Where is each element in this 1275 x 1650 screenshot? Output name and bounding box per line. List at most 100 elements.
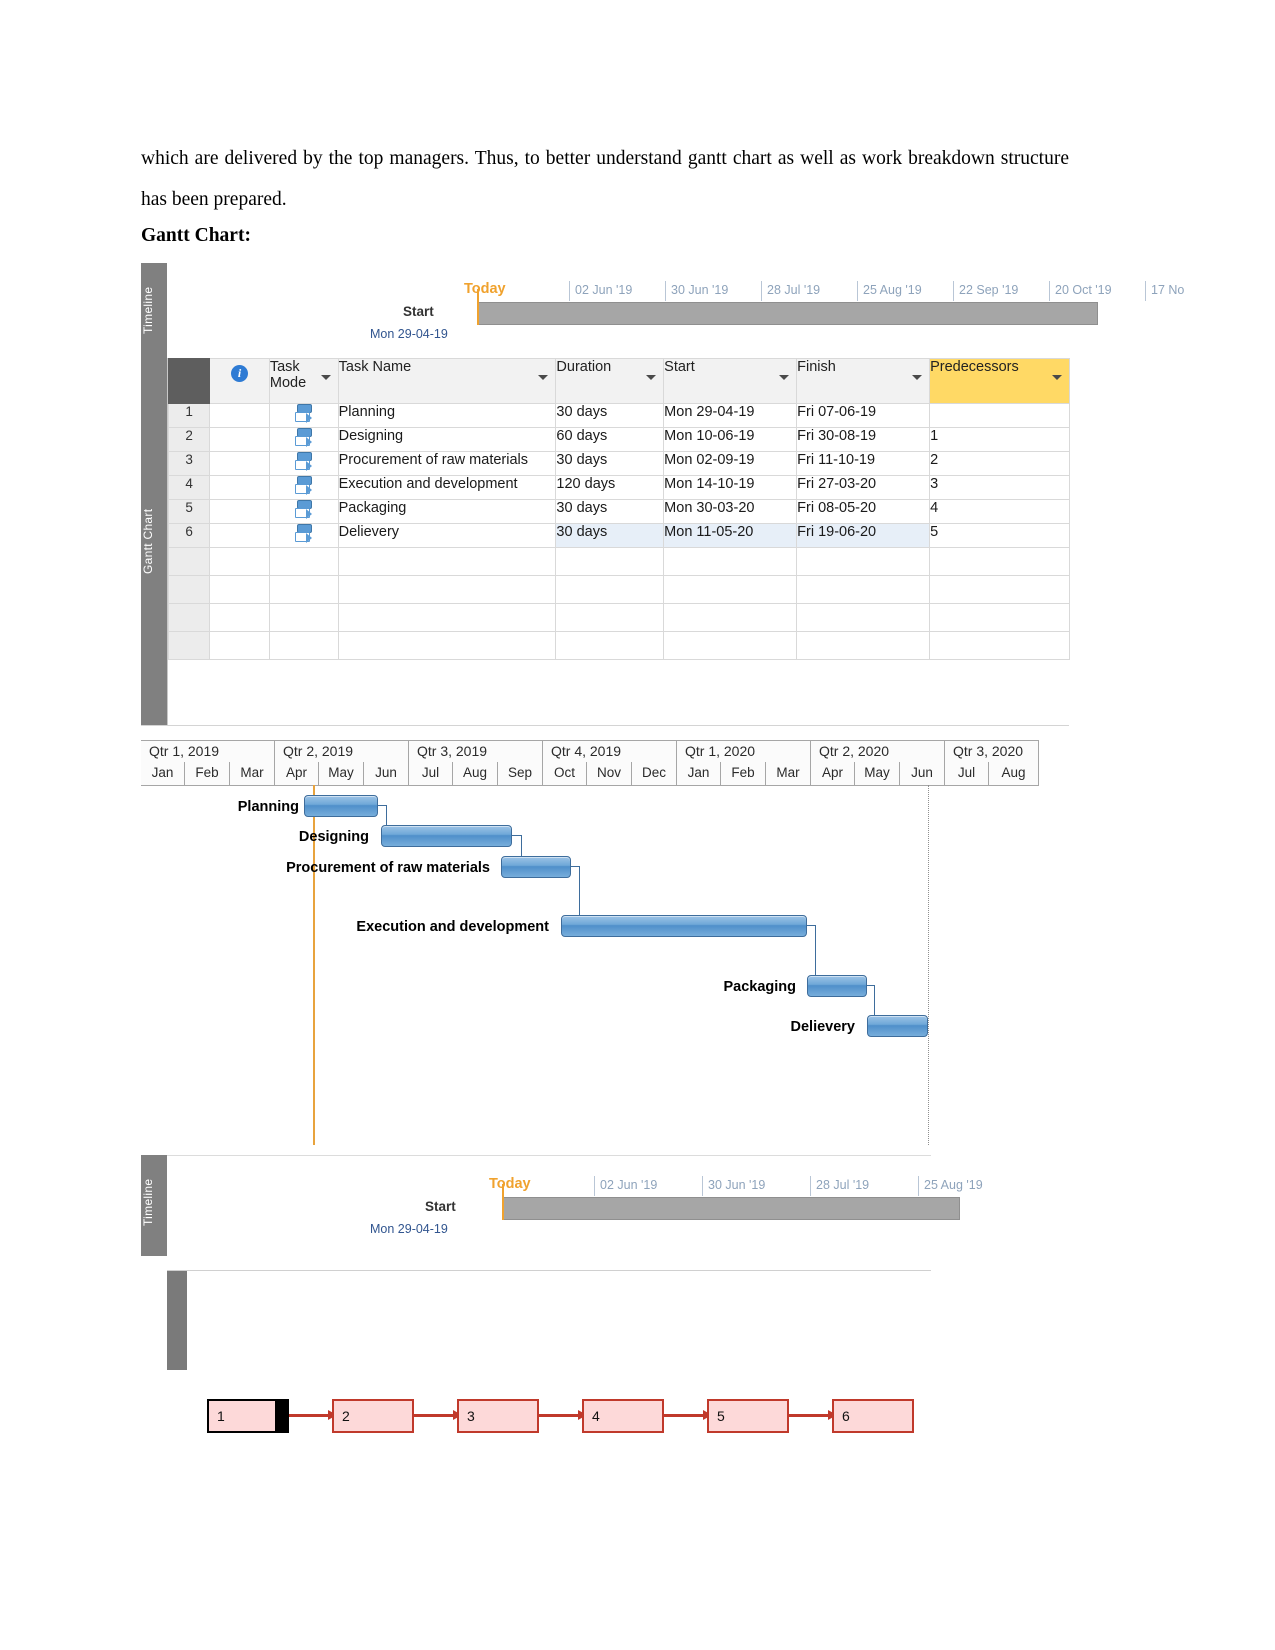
table-row-empty[interactable] [167, 603, 1070, 632]
header-duration[interactable]: Duration [555, 358, 665, 404]
auto-schedule-icon [294, 428, 313, 447]
network-node[interactable]: 1 [207, 1399, 289, 1433]
row-task-mode[interactable] [268, 523, 339, 548]
row-task-mode[interactable] [268, 403, 339, 428]
timeline-tick: 28 Jul '19 [761, 281, 820, 301]
network-node[interactable]: 4 [582, 1399, 664, 1433]
timeline-vertical-tab[interactable]: Timeline [141, 263, 167, 364]
row-predecessors[interactable]: 3 [929, 475, 1070, 500]
gantt-bar[interactable] [501, 856, 571, 878]
row-finish[interactable]: Fri 11-10-19 [796, 451, 931, 476]
month-cell: Jan [677, 762, 721, 785]
gantt-bar[interactable] [867, 1015, 928, 1037]
timeline2-project-bar[interactable] [503, 1197, 960, 1220]
row-predecessors[interactable]: 5 [929, 523, 1070, 548]
row-task-mode[interactable] [268, 499, 339, 524]
month-header-row: Jan Feb Mar Apr May Jun Jul Aug Sep Oct … [141, 762, 1039, 786]
chevron-down-icon[interactable] [646, 375, 657, 380]
row-finish[interactable]: Fri 30-08-19 [796, 427, 931, 452]
row-task-name[interactable]: Procurement of raw materials [337, 451, 557, 476]
gantt-bar[interactable] [381, 825, 512, 847]
row-task-name[interactable]: Delievery [337, 523, 557, 548]
row-task-mode[interactable] [268, 451, 339, 476]
gantt-task-label: Packaging [723, 979, 796, 995]
row-predecessors[interactable] [929, 403, 1070, 428]
row-task-mode[interactable] [268, 475, 339, 500]
timeline-project-bar[interactable] [478, 302, 1098, 325]
table-row-empty[interactable] [167, 575, 1070, 604]
row-start[interactable]: Mon 10-06-19 [663, 427, 798, 452]
network-node[interactable]: 2 [332, 1399, 414, 1433]
row-duration[interactable]: 30 days [555, 499, 665, 524]
row-finish[interactable]: Fri 27-03-20 [796, 475, 931, 500]
header-task-mode[interactable]: Task Mode [268, 358, 339, 404]
chevron-down-icon[interactable] [779, 375, 790, 380]
chevron-down-icon[interactable] [912, 375, 923, 380]
network-node[interactable]: 3 [457, 1399, 539, 1433]
row-finish[interactable]: Fri 08-05-20 [796, 499, 931, 524]
row-predecessors[interactable]: 2 [929, 451, 1070, 476]
row-number: 6 [167, 523, 211, 548]
row-duration[interactable]: 30 days [555, 451, 665, 476]
timeline-tick: 25 Aug '19 [857, 281, 922, 301]
chevron-down-icon[interactable] [320, 375, 331, 380]
gantt-task-label: Designing [298, 829, 369, 845]
gantt-chart-vertical-tab[interactable]: Gantt Chart [141, 358, 167, 725]
month-cell: Feb [185, 762, 230, 785]
table-row[interactable]: 3 Procurement of raw materials 30 days M… [167, 451, 1070, 476]
table-row[interactable]: 1 Planning 30 days Mon 29-04-19 Fri 07-0… [167, 403, 1070, 428]
table-row[interactable]: 5 Packaging 30 days Mon 30-03-20 Fri 08-… [167, 499, 1070, 524]
timeline2-tick: 25 Aug '19 [918, 1176, 983, 1196]
month-cell: Jun [900, 762, 945, 785]
month-cell: Jul [409, 762, 453, 785]
row-indicator [209, 427, 270, 452]
chevron-down-icon[interactable] [538, 375, 549, 380]
network-node[interactable]: 5 [707, 1399, 789, 1433]
table-row[interactable]: 2 Designing 60 days Mon 10-06-19 Fri 30-… [167, 427, 1070, 452]
gantt-task-label: Execution and development [356, 919, 549, 935]
row-start[interactable]: Mon 29-04-19 [663, 403, 798, 428]
network-node[interactable]: 6 [832, 1399, 914, 1433]
table-row-empty[interactable] [167, 631, 1070, 660]
month-cell: Aug [989, 762, 1039, 785]
row-finish[interactable]: Fri 07-06-19 [796, 403, 931, 428]
row-task-name[interactable]: Packaging [337, 499, 557, 524]
row-predecessors[interactable]: 1 [929, 427, 1070, 452]
row-start[interactable]: Mon 11-05-20 [663, 523, 798, 548]
timeline-tick: 02 Jun '19 [569, 281, 632, 301]
row-predecessors[interactable]: 4 [929, 499, 1070, 524]
row-duration[interactable]: 30 days [555, 523, 665, 548]
month-cell: Jun [364, 762, 409, 785]
row-number: 4 [167, 475, 211, 500]
row-duration[interactable]: 30 days [555, 403, 665, 428]
month-cell: Apr [275, 762, 319, 785]
row-task-name[interactable]: Designing [337, 427, 557, 452]
row-duration[interactable]: 120 days [555, 475, 665, 500]
ms-project-screenshot-top: Timeline Today 02 Jun '19 30 Jun '19 28 … [141, 263, 1184, 726]
row-task-name[interactable]: Planning [337, 403, 557, 428]
table-row[interactable]: 6 Delievery 30 days Mon 11-05-20 Fri 19-… [167, 523, 1070, 548]
table-row[interactable]: 4 Execution and development 120 days Mon… [167, 475, 1070, 500]
row-task-mode[interactable] [268, 427, 339, 452]
row-start[interactable]: Mon 30-03-20 [663, 499, 798, 524]
timeline-start-label: Start [403, 304, 434, 319]
status-date-line [928, 785, 929, 1145]
table-row-empty[interactable] [167, 547, 1070, 576]
timeline2-vertical-tab[interactable]: Timeline [141, 1155, 167, 1256]
header-predecessors[interactable]: Predecessors [929, 358, 1070, 404]
header-start[interactable]: Start [663, 358, 798, 404]
row-task-name[interactable]: Execution and development [337, 475, 557, 500]
chevron-down-icon[interactable] [1052, 375, 1062, 380]
row-duration[interactable]: 60 days [555, 427, 665, 452]
document-page: which are delivered by the top managers.… [0, 0, 1275, 1650]
header-task-name[interactable]: Task Name [337, 358, 557, 404]
gantt-bar[interactable] [561, 915, 807, 937]
row-start[interactable]: Mon 14-10-19 [663, 475, 798, 500]
header-task-mode-label: Task Mode [269, 359, 307, 391]
month-cell: Apr [811, 762, 855, 785]
header-finish[interactable]: Finish [796, 358, 931, 404]
row-finish[interactable]: Fri 19-06-20 [796, 523, 931, 548]
gantt-bar[interactable] [304, 795, 378, 817]
row-start[interactable]: Mon 02-09-19 [663, 451, 798, 476]
gantt-bar[interactable] [807, 975, 867, 997]
